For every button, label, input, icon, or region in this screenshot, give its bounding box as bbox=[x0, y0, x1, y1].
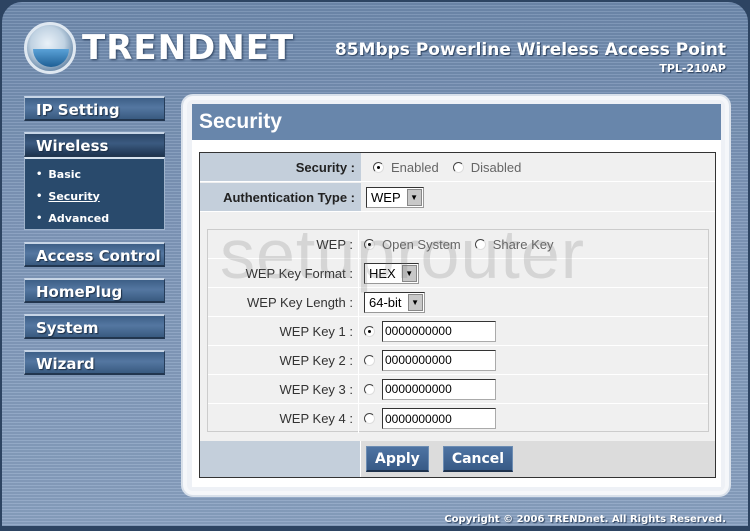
product-title: 85Mbps Powerline Wireless Access Point bbox=[334, 40, 726, 60]
submenu-advanced-label: Advanced bbox=[48, 211, 110, 225]
wep-key-4-label: WEP Key 4 : bbox=[208, 404, 359, 433]
wep-open-system-label: Open System bbox=[382, 236, 461, 252]
security-disabled-radio[interactable] bbox=[452, 161, 464, 173]
wep-share-key-label: Share Key bbox=[492, 236, 554, 252]
bullet-icon: • bbox=[36, 168, 43, 180]
key-format-select[interactable]: HEX ▼ bbox=[364, 262, 419, 284]
app-frame: TRENDNET 85Mbps Powerline Wireless Acces… bbox=[0, 0, 750, 531]
nav-access-control[interactable]: Access Control bbox=[24, 242, 165, 267]
nav-wizard[interactable]: Wizard bbox=[24, 350, 165, 375]
security-enabled-label: Enabled bbox=[391, 159, 439, 175]
chevron-down-icon: ▼ bbox=[401, 264, 417, 282]
auth-type-row: Authentication Type : WEP ▼ bbox=[200, 183, 715, 212]
cancel-button[interactable]: Cancel bbox=[442, 446, 514, 472]
submenu-basic[interactable]: • Basic bbox=[25, 163, 164, 185]
wep-share-key-radio[interactable] bbox=[474, 238, 486, 250]
wep-key-3-input[interactable] bbox=[382, 378, 496, 400]
wep-key-3-label: WEP Key 3 : bbox=[208, 375, 359, 403]
wep-mode-row: WEP : Open System Share Key bbox=[208, 230, 708, 259]
wep-key-row: WEP Key 2 : bbox=[208, 346, 708, 375]
nav-ip-setting[interactable]: IP Setting bbox=[24, 96, 165, 121]
submenu-basic-label: Basic bbox=[48, 167, 82, 181]
page-title: Security bbox=[192, 104, 721, 140]
auth-type-label: Authentication Type : bbox=[200, 183, 361, 212]
bottom-bar bbox=[0, 526, 750, 531]
wep-key-row: WEP Key 1 : bbox=[208, 317, 708, 346]
security-enabled-option[interactable]: Enabled bbox=[373, 160, 439, 175]
wep-key-1-label: WEP Key 1 : bbox=[208, 317, 359, 345]
key-length-select[interactable]: 64-bit ▼ bbox=[364, 291, 425, 313]
wep-key-2-input[interactable] bbox=[382, 349, 496, 371]
wep-mode-label: WEP : bbox=[208, 230, 359, 258]
security-enabled-radio[interactable] bbox=[373, 161, 384, 173]
nav-wireless[interactable]: Wireless bbox=[24, 132, 165, 157]
key-length-value: 64-bit bbox=[369, 294, 402, 310]
key-length-row: WEP Key Length : 64-bit ▼ bbox=[208, 288, 708, 317]
chevron-down-icon: ▼ bbox=[407, 293, 423, 311]
key-length-label: WEP Key Length : bbox=[208, 288, 359, 316]
model-number: TPL-210AP bbox=[659, 62, 726, 75]
nav-homeplug[interactable]: HomePlug bbox=[24, 278, 165, 303]
wireless-submenu: • Basic • Security • Advanced bbox=[24, 157, 165, 230]
button-row: Apply Cancel bbox=[200, 441, 715, 477]
wep-key-3-radio[interactable] bbox=[364, 383, 375, 395]
wep-key-row: WEP Key 4 : bbox=[208, 404, 708, 433]
key-format-value: HEX bbox=[369, 265, 396, 281]
wep-key-row: WEP Key 3 : bbox=[208, 375, 708, 404]
wep-open-system-radio[interactable] bbox=[364, 238, 375, 250]
wep-key-4-radio[interactable] bbox=[364, 413, 375, 424]
wep-key-1-radio[interactable] bbox=[364, 325, 375, 337]
copyright: Copyright © 2006 TRENDnet. All Rights Re… bbox=[444, 514, 726, 525]
nav-system[interactable]: System bbox=[24, 314, 165, 339]
wep-key-2-label: WEP Key 2 : bbox=[208, 346, 359, 374]
chevron-down-icon: ▼ bbox=[406, 188, 422, 206]
security-disabled-label: Disabled bbox=[470, 159, 522, 175]
wep-key-4-input[interactable] bbox=[382, 408, 496, 429]
submenu-security-label: Security bbox=[48, 189, 100, 203]
wep-share-key-option[interactable]: Share Key bbox=[474, 236, 554, 252]
submenu-security[interactable]: • Security bbox=[25, 185, 164, 207]
bullet-icon: • bbox=[36, 212, 43, 224]
trendnet-logo: TRENDNET bbox=[24, 22, 294, 74]
content-panel: Security Security : Enabled Disabled Aut… bbox=[181, 94, 731, 497]
security-form: Security : Enabled Disabled Authenticati bbox=[199, 152, 716, 478]
security-disabled-option[interactable]: Disabled bbox=[452, 159, 522, 175]
auth-type-value: WEP bbox=[371, 189, 401, 205]
wep-key-2-radio[interactable] bbox=[364, 354, 375, 366]
submenu-advanced[interactable]: • Advanced bbox=[25, 207, 164, 229]
security-row: Security : Enabled Disabled bbox=[200, 153, 715, 182]
auth-type-select[interactable]: WEP ▼ bbox=[366, 186, 424, 208]
security-label: Security : bbox=[200, 153, 361, 182]
wep-open-system-option[interactable]: Open System bbox=[364, 237, 461, 252]
key-format-label: WEP Key Format : bbox=[208, 259, 359, 287]
brand-name: TRENDNET bbox=[82, 28, 295, 68]
wep-settings-box: WEP : Open System Share Key WEP Key Form… bbox=[207, 229, 709, 433]
key-format-row: WEP Key Format : HEX ▼ bbox=[208, 259, 708, 288]
apply-button[interactable]: Apply bbox=[366, 446, 429, 472]
wep-key-1-input[interactable] bbox=[382, 320, 496, 342]
bullet-icon: • bbox=[36, 190, 43, 202]
trendnet-logo-icon bbox=[24, 22, 76, 74]
